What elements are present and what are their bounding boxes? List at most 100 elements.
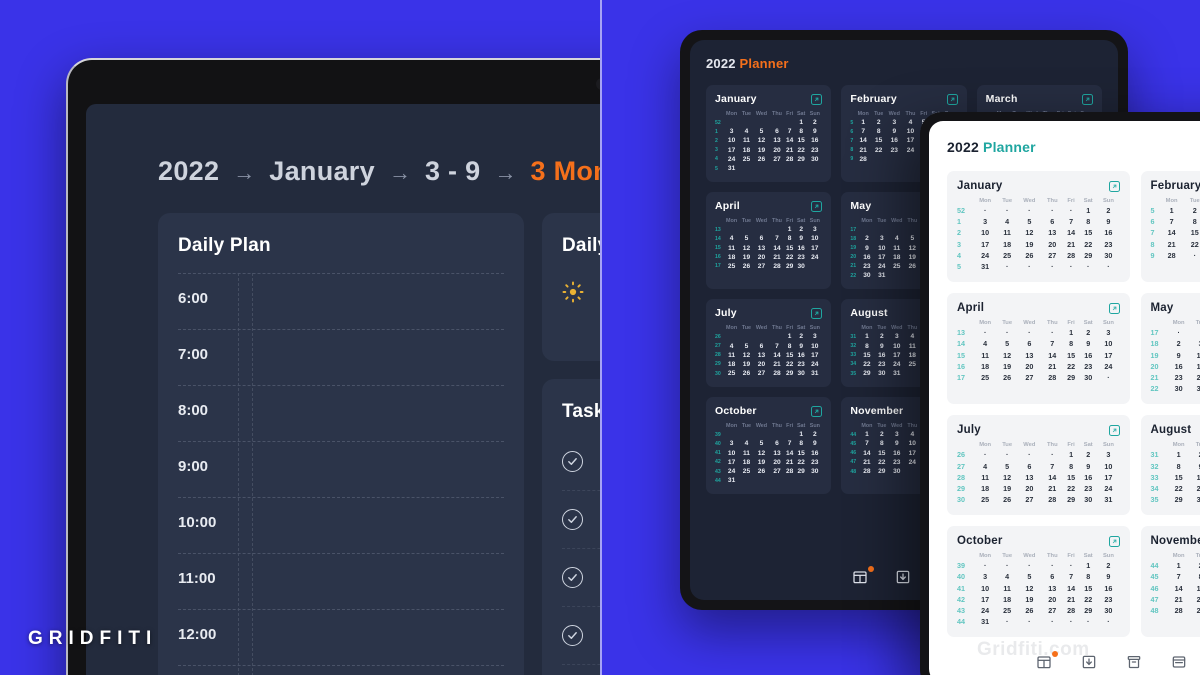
week-number[interactable]: 5 — [1151, 205, 1159, 216]
week-number[interactable]: 43 — [957, 605, 973, 616]
day-cell[interactable]: 15 — [1079, 583, 1097, 594]
month-calendar-table[interactable]: MonTueWedThuFriSatSun13····1231445678910… — [957, 319, 1120, 383]
day-cell[interactable]: 29 — [784, 369, 795, 378]
day-cell[interactable]: 31 — [723, 476, 739, 485]
day-cell[interactable]: 18 — [723, 253, 739, 262]
day-cell[interactable]: 14 — [1042, 350, 1063, 361]
day-cell[interactable]: 22 — [1063, 361, 1079, 372]
day-cell[interactable]: 26 — [997, 494, 1017, 505]
day-cell[interactable]: 24 — [723, 155, 739, 164]
day-cell[interactable]: 16 — [889, 449, 906, 458]
day-cell[interactable]: 1 — [1167, 449, 1191, 460]
calendar-icon[interactable] — [852, 566, 874, 588]
day-cell[interactable]: 27 — [753, 262, 770, 271]
day-cell[interactable]: 12 — [753, 449, 770, 458]
day-cell[interactable]: 14 — [859, 449, 875, 458]
week-number[interactable]: 34 — [1151, 483, 1167, 494]
day-cell[interactable]: 22 — [872, 146, 886, 155]
day-cell[interactable]: 29 — [1063, 494, 1079, 505]
day-cell[interactable]: 10 — [807, 234, 822, 243]
daily-plan-grid[interactable]: 6:00 7:00 8:00 9:00 10:00 11:00 12:00 1:00 — [178, 273, 504, 675]
open-month-icon[interactable] — [811, 307, 823, 319]
day-cell[interactable]: 17 — [875, 253, 888, 262]
week-number[interactable]: 28 — [957, 472, 973, 483]
day-cell[interactable]: 2 — [872, 118, 886, 127]
week-number[interactable]: 43 — [715, 467, 723, 476]
week-number[interactable]: 19 — [850, 244, 858, 253]
day-cell[interactable]: 21 — [1063, 594, 1079, 605]
day-cell[interactable]: 16 — [1167, 361, 1191, 372]
check-circle-icon[interactable] — [562, 567, 583, 588]
day-cell[interactable]: 20 — [753, 253, 770, 262]
week-number[interactable]: 45 — [850, 439, 858, 448]
day-cell[interactable]: 19 — [740, 253, 753, 262]
day-cell[interactable]: 19 — [753, 458, 770, 467]
plan-row[interactable]: 11:00 — [178, 553, 504, 609]
day-cell[interactable]: 16 — [1097, 583, 1119, 594]
day-cell[interactable]: 3 — [1097, 327, 1119, 338]
day-cell[interactable]: 12 — [740, 351, 753, 360]
day-cell[interactable]: 15 — [784, 244, 795, 253]
day-cell[interactable]: 5 — [740, 341, 753, 350]
week-number[interactable]: 52 — [715, 118, 723, 127]
day-cell[interactable]: 27 — [770, 467, 785, 476]
day-cell[interactable]: 16 — [1097, 227, 1119, 238]
day-cell[interactable]: 1 — [784, 332, 795, 341]
week-number[interactable]: 29 — [957, 483, 973, 494]
day-cell[interactable]: 21 — [784, 146, 795, 155]
day-cell[interactable]: 6 — [770, 439, 785, 448]
month-card[interactable]: MayMonTueWedThuFriSatSun17······11823456… — [1140, 293, 1200, 405]
week-number[interactable]: 40 — [715, 439, 723, 448]
week-number[interactable]: 27 — [715, 341, 723, 350]
day-cell[interactable]: 16 — [886, 136, 903, 145]
day-cell[interactable]: 3 — [807, 332, 822, 341]
day-cell[interactable]: 15 — [1063, 472, 1079, 483]
day-cell[interactable]: 31 — [973, 616, 997, 627]
week-number[interactable]: 14 — [715, 234, 723, 243]
day-cell[interactable]: 3 — [723, 127, 739, 136]
day-cell[interactable]: 22 — [1063, 483, 1079, 494]
day-cell[interactable]: 5 — [997, 338, 1017, 349]
day-cell[interactable]: 8 — [795, 439, 807, 448]
day-cell[interactable]: 10 — [889, 341, 906, 350]
day-cell[interactable]: 24 — [903, 146, 918, 155]
day-cell[interactable]: 7 — [784, 127, 795, 136]
week-number[interactable]: 9 — [1151, 250, 1159, 261]
week-number[interactable]: 8 — [1151, 239, 1159, 250]
day-cell[interactable]: 18 — [997, 594, 1017, 605]
day-cell[interactable]: 26 — [740, 369, 753, 378]
day-cell[interactable]: 19 — [753, 146, 770, 155]
month-card[interactable]: JanuaryMonTueWedThuFriSatSun52·····12134… — [947, 171, 1130, 283]
day-cell[interactable]: 10 — [905, 439, 920, 448]
day-cell[interactable]: 17 — [1097, 472, 1119, 483]
day-cell[interactable]: 11 — [723, 244, 739, 253]
day-cell[interactable]: 22 — [784, 360, 795, 369]
day-cell[interactable]: 30 — [807, 467, 822, 476]
day-cell[interactable]: 28 — [855, 155, 872, 164]
day-cell[interactable]: 3 — [807, 225, 822, 234]
breadcrumb-month[interactable]: January — [269, 156, 375, 187]
day-cell[interactable]: 25 — [997, 250, 1017, 261]
day-cell[interactable]: 1 — [784, 225, 795, 234]
month-card[interactable]: JulyMonTueWedThuFriSatSun26····123274567… — [706, 299, 832, 388]
day-cell[interactable]: 24 — [1191, 372, 1200, 383]
day-cell[interactable]: 6 — [753, 341, 770, 350]
week-number[interactable]: 42 — [715, 458, 723, 467]
day-cell[interactable]: 1 — [1063, 327, 1079, 338]
week-number[interactable]: 29 — [715, 360, 723, 369]
day-cell[interactable]: 19 — [1017, 239, 1041, 250]
day-cell[interactable]: 9 — [1167, 350, 1191, 361]
day-cell[interactable]: 1 — [1063, 449, 1079, 460]
day-cell[interactable]: 12 — [1017, 227, 1041, 238]
month-card[interactable]: FebruaryMonTueWedThuFriSatSun5123456·678… — [1140, 171, 1200, 283]
week-number[interactable]: 17 — [957, 372, 973, 383]
day-cell[interactable]: 16 — [1079, 472, 1097, 483]
day-cell[interactable]: 2 — [1079, 327, 1097, 338]
day-cell[interactable]: 2 — [795, 225, 807, 234]
plan-row[interactable]: 8:00 — [178, 385, 504, 441]
day-cell[interactable]: 4 — [723, 234, 739, 243]
note-icon[interactable] — [1171, 654, 1190, 673]
open-month-icon[interactable] — [811, 405, 823, 417]
day-cell[interactable]: 10 — [973, 227, 997, 238]
day-cell[interactable]: 23 — [1079, 361, 1097, 372]
